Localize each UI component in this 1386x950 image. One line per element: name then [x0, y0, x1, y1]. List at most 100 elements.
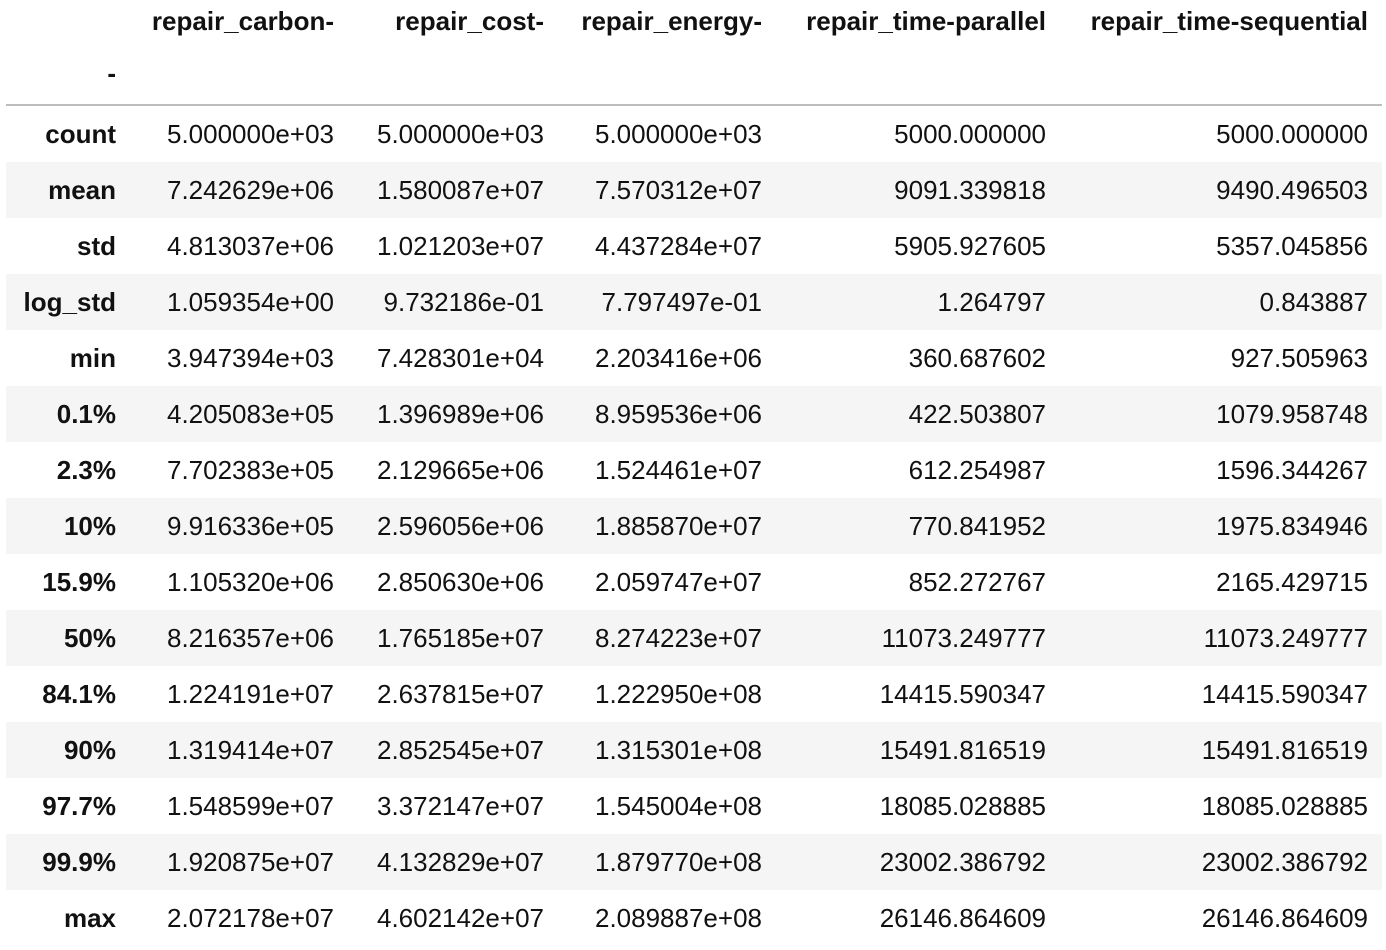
column-header: repair_energy- [581, 6, 762, 36]
table-cell: 5000.000000 [894, 118, 1046, 149]
index-name: - [107, 58, 116, 88]
table-cell: 7.797497e-01 [601, 286, 762, 317]
table-row: 90% 1.319414e+07 2.852545e+07 1.315301e+08 1… [6, 722, 1382, 778]
table-cell: 8.216357e+06 [166, 622, 334, 653]
table-cell: 4.205083e+05 [166, 398, 334, 429]
row-label: 2.3% [56, 454, 116, 485]
table-cell: 1.885870e+07 [594, 510, 762, 541]
table-row: 99.9% 1.920875e+07 4.132829e+07 1.879770e+0… [6, 834, 1382, 890]
column-header: repair_time-sequential [1090, 6, 1368, 36]
table-cell: 1.580087e+07 [376, 174, 544, 205]
index-name-row: - [6, 42, 1382, 105]
table-cell: 2.203416e+06 [594, 342, 762, 373]
table-cell: 1.059354e+00 [166, 286, 334, 317]
table-cell: 1975.834946 [1216, 510, 1368, 541]
table-cell: 11073.249777 [1203, 622, 1368, 653]
table-cell: 11073.249777 [881, 622, 1046, 653]
row-label: 84.1% [42, 678, 116, 709]
table-cell: 7.570312e+07 [594, 174, 762, 205]
table-cell: 1.222950e+08 [594, 678, 762, 709]
table-cell: 23002.386792 [879, 846, 1046, 877]
table-cell: 9490.496503 [1216, 174, 1368, 205]
table-cell: 1.264797 [937, 286, 1046, 317]
row-label: 90% [63, 734, 116, 765]
table-row: 84.1% 1.224191e+07 2.637815e+07 1.222950e+0… [6, 666, 1382, 722]
table-cell: 422.503807 [908, 398, 1046, 429]
table-cell: 1.548599e+07 [166, 790, 334, 821]
table-cell: 9.732186e-01 [383, 286, 544, 317]
table-cell: 4.813037e+06 [166, 230, 334, 261]
table-cell: 1.765185e+07 [376, 622, 544, 653]
table-cell: 26146.864609 [1201, 902, 1368, 933]
table-cell: 2.059747e+07 [594, 566, 762, 597]
table-cell: 14415.590347 [879, 678, 1046, 709]
table-cell: 7.428301e+04 [376, 342, 544, 373]
table-cell: 1079.958748 [1216, 398, 1368, 429]
table-cell: 2.850630e+06 [376, 566, 544, 597]
table-body: count 5.000000e+03 5.000000e+03 5.000000e+0… [6, 105, 1382, 946]
table-cell: 1.315301e+08 [594, 734, 762, 765]
row-label: 99.9% [42, 846, 116, 877]
table-cell: 360.687602 [908, 342, 1046, 373]
table-cell: 1.021203e+07 [376, 230, 544, 261]
table-cell: 8.959536e+06 [594, 398, 762, 429]
table-cell: 9091.339818 [894, 174, 1046, 205]
table-cell: 612.254987 [908, 454, 1046, 485]
table-row: 0.1% 4.205083e+05 1.396989e+06 8.959536e+06… [6, 386, 1382, 442]
column-header: repair_cost- [395, 6, 544, 36]
row-label: 97.7% [42, 790, 116, 821]
row-label: mean [48, 174, 116, 205]
table-cell: 1.879770e+08 [594, 846, 762, 877]
table-cell: 5905.927605 [894, 230, 1046, 261]
table-row: std 4.813037e+06 1.021203e+07 4.437284e+07 5… [6, 218, 1382, 274]
table-cell: 1.396989e+06 [376, 398, 544, 429]
row-label: 15.9% [42, 566, 116, 597]
table-cell: 852.272767 [908, 566, 1046, 597]
table-cell: 5.000000e+03 [376, 118, 544, 149]
table-row: log_std 1.059354e+00 9.732186e-01 7.797497e… [6, 274, 1382, 330]
header-corner [6, 0, 130, 42]
table-row: 97.7% 1.548599e+07 3.372147e+07 1.545004e+0… [6, 778, 1382, 834]
dataframe-output: repair_carbon- repair_cost- repair_energ… [0, 0, 1386, 950]
table-cell: 15491.816519 [879, 734, 1046, 765]
table-row: 50% 8.216357e+06 1.765185e+07 8.274223e+07 1… [6, 610, 1382, 666]
table-cell: 0.843887 [1259, 286, 1368, 317]
column-header-row: repair_carbon- repair_cost- repair_energ… [6, 0, 1382, 42]
table-cell: 2165.429715 [1216, 566, 1368, 597]
table-header: repair_carbon- repair_cost- repair_energ… [6, 0, 1382, 105]
row-label: 10% [63, 510, 116, 541]
table-cell: 15491.816519 [1201, 734, 1368, 765]
table-cell: 4.132829e+07 [376, 846, 544, 877]
table-row: count 5.000000e+03 5.000000e+03 5.000000e+0… [6, 105, 1382, 162]
table-cell: 2.596056e+06 [376, 510, 544, 541]
table-cell: 7.702383e+05 [166, 454, 334, 485]
table-cell: 8.274223e+07 [594, 622, 762, 653]
table-cell: 5.000000e+03 [594, 118, 762, 149]
table-cell: 2.852545e+07 [376, 734, 544, 765]
table-row: 2.3% 7.702383e+05 2.129665e+06 1.524461e+07… [6, 442, 1382, 498]
row-label: count [45, 118, 116, 149]
table-cell: 3.947394e+03 [166, 342, 334, 373]
table-cell: 4.437284e+07 [594, 230, 762, 261]
table-cell: 5.000000e+03 [166, 118, 334, 149]
table-cell: 18085.028885 [879, 790, 1046, 821]
table-cell: 2.637815e+07 [376, 678, 544, 709]
table-cell: 5357.045856 [1216, 230, 1368, 261]
column-header: repair_carbon- [151, 6, 334, 36]
table-cell: 1.524461e+07 [594, 454, 762, 485]
table-cell: 26146.864609 [879, 902, 1046, 933]
table-cell: 14415.590347 [1201, 678, 1368, 709]
table-cell: 1.224191e+07 [166, 678, 334, 709]
table-row: mean 7.242629e+06 1.580087e+07 7.570312e+07… [6, 162, 1382, 218]
table-cell: 2.072178e+07 [166, 902, 334, 933]
column-header: repair_time-parallel [806, 6, 1046, 36]
table-cell: 3.372147e+07 [376, 790, 544, 821]
table-row: max 2.072178e+07 4.602142e+07 2.089887e+08 2… [6, 890, 1382, 946]
row-label: 0.1% [56, 398, 116, 429]
row-label: min [69, 342, 116, 373]
table-cell: 1.105320e+06 [166, 566, 334, 597]
table-row: min 3.947394e+03 7.428301e+04 2.203416e+06 3… [6, 330, 1382, 386]
table-cell: 927.505963 [1230, 342, 1368, 373]
table-cell: 23002.386792 [1201, 846, 1368, 877]
table-cell: 770.841952 [908, 510, 1046, 541]
